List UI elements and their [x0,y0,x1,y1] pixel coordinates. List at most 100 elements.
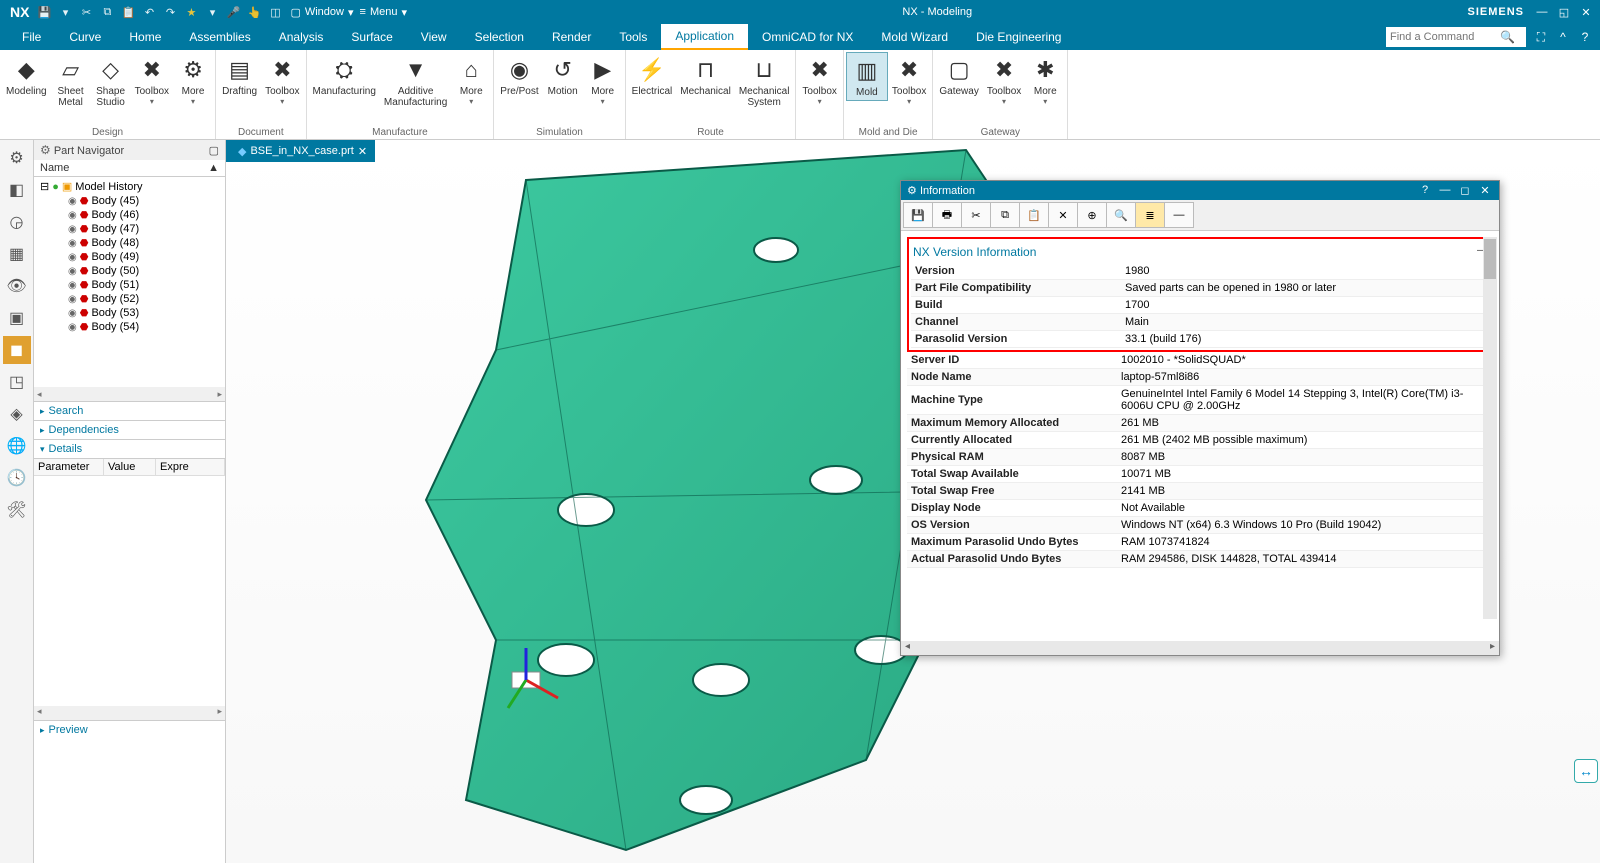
tb-find-icon[interactable]: 🔍 [1106,202,1136,228]
tb-target-icon[interactable]: ⊕ [1077,202,1107,228]
ribbon-more-gw[interactable]: ✱More [1025,52,1065,108]
rail-gear-icon[interactable]: ⚙ [3,144,31,172]
visibility-icon[interactable]: ◉ [68,224,77,235]
ribbon-electrical[interactable]: ⚡Electrical [628,52,677,99]
rail-constraint-icon[interactable]: ▦ [3,240,31,268]
window-menu[interactable]: ▢ Window ▾ [290,6,353,19]
col-expr[interactable]: Expre [156,459,225,475]
ribbon-toolbox-md[interactable]: ✖Toolbox [888,52,930,108]
ribbon-prepost[interactable]: ◉Pre/Post [496,52,542,99]
rail-hdraw-icon[interactable]: ▣ [3,304,31,332]
menu-mold-wizard[interactable]: Mold Wizard [867,24,962,50]
menu-home[interactable]: Home [115,24,175,50]
tree-item[interactable]: ◉⬣Body (47) [40,222,225,236]
tb-save-icon[interactable]: 💾 [903,202,933,228]
ribbon-drafting[interactable]: ▤Drafting [218,52,261,99]
help-icon[interactable]: ? [1576,30,1594,45]
details-scrollbar[interactable]: ◂▸ [34,706,225,720]
tree-item[interactable]: ◉⬣Body (46) [40,208,225,222]
menu-tools[interactable]: Tools [605,24,661,50]
tree-item[interactable]: ◉⬣Body (52) [40,292,225,306]
ribbon-mechsys[interactable]: ⊔MechanicalSystem [735,52,794,110]
menu-file[interactable]: File [8,24,55,50]
rail-web-icon[interactable]: 🌐 [3,432,31,460]
menu-analysis[interactable]: Analysis [265,24,338,50]
dialog-help-icon[interactable]: ? [1417,184,1433,197]
ribbon-manufacturing[interactable]: ⛭Manufacturing [309,52,380,99]
col-value[interactable]: Value [104,459,156,475]
fullscreen-icon[interactable]: ⛶ [1532,30,1550,45]
visibility-icon[interactable]: ◉ [68,196,77,207]
rail-part-nav-icon[interactable]: ◧ [3,176,31,204]
rail-tools-icon[interactable]: 🛠 [3,496,31,524]
tree-scrollbar[interactable]: ◂▸ [34,387,225,401]
visibility-icon[interactable]: ◉ [68,266,77,277]
tb-list-icon[interactable]: ≣ [1135,202,1165,228]
ribbon-toolbox-doc[interactable]: ✖Toolbox [261,52,303,108]
tb-minus-icon[interactable]: — [1164,202,1194,228]
copy-icon[interactable]: ⧉ [98,3,116,21]
menu-curve[interactable]: Curve [55,24,115,50]
tree-item[interactable]: ◉⬣Body (45) [40,194,225,208]
dialog-vscroll[interactable] [1483,237,1497,619]
menu-assemblies[interactable]: Assemblies [175,24,264,50]
tree-item[interactable]: ◉⬣Body (50) [40,264,225,278]
minimize-icon[interactable]: — [1532,6,1552,19]
star-icon[interactable]: ★ [182,3,200,21]
rail-assembly-icon[interactable]: ◶ [3,208,31,236]
col-parameter[interactable]: Parameter [34,459,104,475]
close-icon[interactable]: ✕ [1576,6,1596,19]
teamviewer-icon[interactable]: ↔ [1574,759,1598,783]
find-command-input[interactable] [1390,31,1500,43]
tree-item[interactable]: ◉⬣Body (49) [40,250,225,264]
ribbon-toolbox-1[interactable]: ✖Toolbox [798,52,840,108]
section-details[interactable]: ▾Details [34,439,225,458]
visibility-icon[interactable]: ◉ [68,308,77,319]
dialog-close-icon[interactable]: ✕ [1477,184,1493,197]
visibility-icon[interactable]: ◉ [68,322,77,333]
ribbon-modeling[interactable]: ◆Modeling [2,52,51,99]
dialog-hscroll[interactable]: ◂▸ [901,641,1499,655]
section-dependencies[interactable]: ▸Dependencies [34,420,225,439]
ribbon-additive[interactable]: ▼AdditiveManufacturing [380,52,451,110]
menu-die-engineering[interactable]: Die Engineering [962,24,1075,50]
dialog-titlebar[interactable]: ⚙ Information ? — ◻ ✕ [901,181,1499,200]
menu-surface[interactable]: Surface [337,24,406,50]
visibility-icon[interactable]: ◉ [68,294,77,305]
menu-application[interactable]: Application [661,24,748,50]
ribbon-toolbox-gw[interactable]: ✖Toolbox [983,52,1025,108]
ribbon-motion[interactable]: ↺Motion [543,52,583,99]
menu-selection[interactable]: Selection [461,24,538,50]
visibility-icon[interactable]: ◉ [68,280,77,291]
restore-icon[interactable]: ◱ [1554,6,1574,19]
rail-active-icon[interactable]: ◼ [3,336,31,364]
section-search[interactable]: ▸Search [34,401,225,420]
ribbon-sheet-metal[interactable]: ▱SheetMetal [51,52,91,110]
tree-root[interactable]: ⊟●▣ Model History [40,179,225,194]
nav-up-icon[interactable]: ^ [1554,30,1572,45]
paste-icon[interactable]: 📋 [119,3,137,21]
ribbon-shape-studio[interactable]: ◇ShapeStudio [91,52,131,110]
top-menu[interactable]: ≡ Menu ▾ [360,6,407,19]
col-header[interactable]: Name▲ [34,160,225,177]
section-preview[interactable]: ▸Preview [34,720,225,739]
model-tree[interactable]: ⊟●▣ Model History◉⬣Body (45)◉⬣Body (46)◉… [34,177,225,387]
separator-dropdown[interactable]: ▾ [203,3,221,21]
dialog-minimize-icon[interactable]: — [1437,184,1453,197]
tree-item[interactable]: ◉⬣Body (54) [40,320,225,334]
ribbon-mechanical[interactable]: ⊓Mechanical [676,52,735,99]
mic-icon[interactable]: 🎤 [224,3,242,21]
undo-icon[interactable]: ↶ [140,3,158,21]
dropdown-icon[interactable]: ▾ [56,3,74,21]
tb-delete-icon[interactable]: ✕ [1048,202,1078,228]
find-command[interactable]: 🔍 [1386,27,1526,47]
redo-icon[interactable]: ↷ [161,3,179,21]
panel-gear-icon[interactable]: ⚙ [40,143,51,157]
ribbon-gateway[interactable]: ▢Gateway [935,52,982,99]
touch-icon[interactable]: 👆 [245,3,263,21]
cut-icon[interactable]: ✂ [77,3,95,21]
panel-pin-icon[interactable]: ▢ [209,144,219,157]
sort-icon[interactable]: ▲ [208,162,219,174]
ribbon-toolbox-design[interactable]: ✖Toolbox [131,52,173,108]
rail-reuse-icon[interactable]: 👁 [3,272,31,300]
